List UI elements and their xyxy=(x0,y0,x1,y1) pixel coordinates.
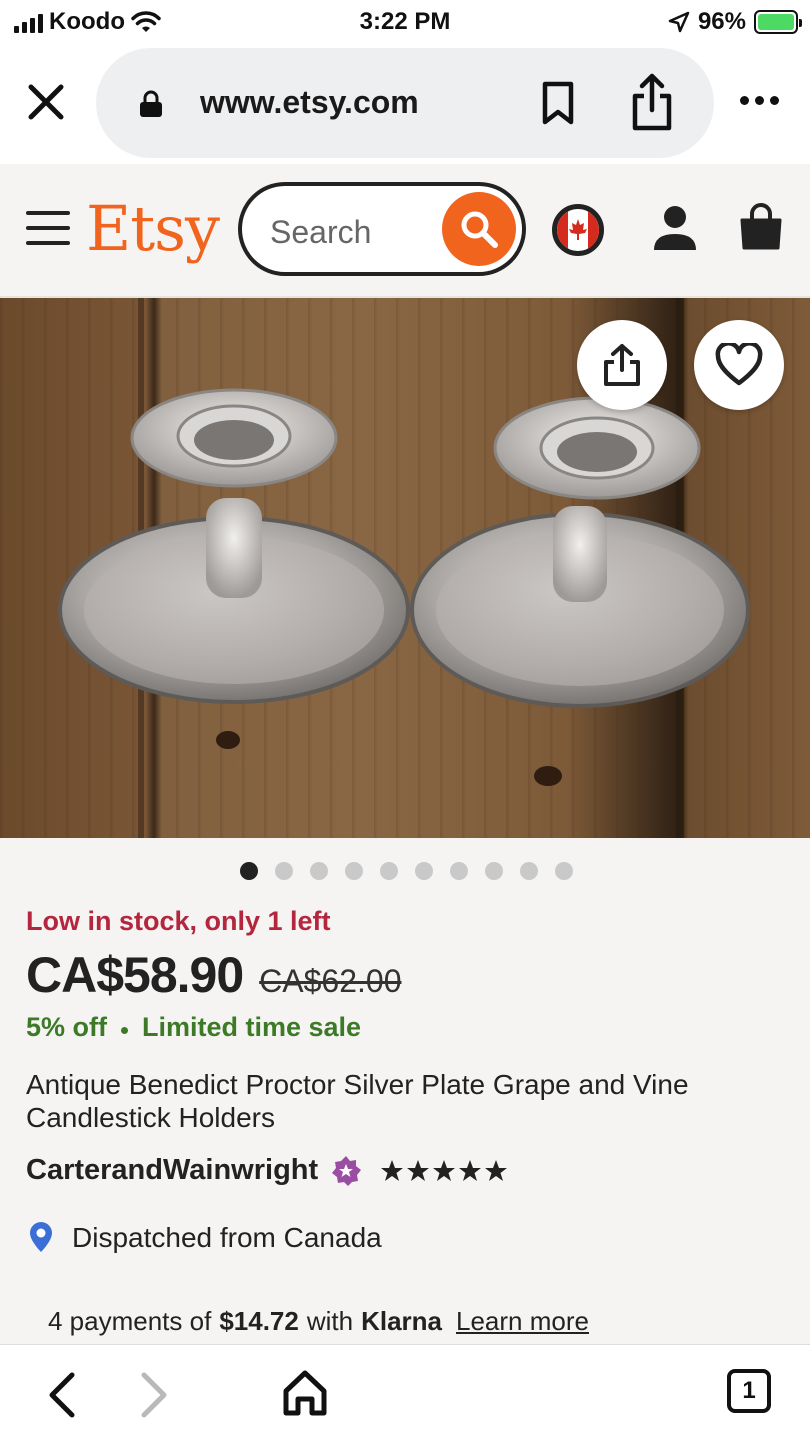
canada-flag-icon[interactable] xyxy=(552,204,604,256)
klarna-label: Klarna xyxy=(361,1306,443,1336)
browser-bar: www.etsy.com xyxy=(0,44,810,164)
star-icon xyxy=(485,1159,508,1181)
search-button[interactable] xyxy=(442,192,516,266)
menu-icon[interactable] xyxy=(26,211,70,245)
forward-icon[interactable] xyxy=(134,1369,174,1421)
sale-price: CA$58.90 xyxy=(26,947,244,1003)
status-bar: Koodo 3:22 PM 96% xyxy=(0,0,810,44)
carousel-dot[interactable] xyxy=(240,862,258,880)
lock-icon xyxy=(140,90,162,117)
carousel-indicator[interactable] xyxy=(240,862,573,880)
discount-percent: 5% off xyxy=(26,1012,107,1042)
carousel-dot[interactable] xyxy=(450,862,468,880)
cart-icon[interactable] xyxy=(738,202,784,252)
stock-notice: Low in stock, only 1 left xyxy=(26,906,331,936)
battery-icon xyxy=(754,10,802,34)
carousel-dot[interactable] xyxy=(555,862,573,880)
sale-label: Limited time sale xyxy=(142,1012,362,1042)
carousel-dot[interactable] xyxy=(275,862,293,880)
price-row: CA$58.90 CA$62.00 xyxy=(26,946,401,1004)
dispatch-text: Dispatched from Canada xyxy=(72,1222,382,1253)
heart-icon xyxy=(715,343,763,386)
payment-prefix: 4 payments of xyxy=(48,1306,212,1336)
bookmark-icon[interactable] xyxy=(540,80,576,126)
star-icon xyxy=(381,1159,404,1181)
carousel-dot[interactable] xyxy=(485,862,503,880)
listing-title: Antique Benedict Proctor Silver Plate Gr… xyxy=(26,1069,689,1133)
shop-row: CarterandWainwright xyxy=(26,1154,508,1187)
home-icon[interactable] xyxy=(280,1367,330,1419)
carousel-dot[interactable] xyxy=(415,862,433,880)
address-bar[interactable]: www.etsy.com xyxy=(96,48,714,158)
product-image[interactable] xyxy=(0,298,810,838)
location-arrow-icon xyxy=(668,11,690,33)
search-input[interactable]: Search xyxy=(238,182,526,276)
star-seller-icon xyxy=(332,1155,362,1186)
original-price: CA$62.00 xyxy=(259,963,402,999)
etsy-logo[interactable]: Etsy xyxy=(86,192,220,265)
more-icon[interactable] xyxy=(740,96,779,105)
star-icon xyxy=(407,1159,430,1181)
discount-row: 5% off Limited time sale xyxy=(26,1012,361,1043)
carousel-dot[interactable] xyxy=(520,862,538,880)
carousel-dot[interactable] xyxy=(345,862,363,880)
back-icon[interactable] xyxy=(42,1369,82,1421)
share-icon[interactable] xyxy=(630,72,674,132)
favorite-button[interactable] xyxy=(694,320,784,410)
carousel-dot[interactable] xyxy=(380,862,398,880)
location-pin-icon xyxy=(30,1222,52,1252)
site-header: Etsy Search xyxy=(0,164,810,298)
klarna-payment-row: 4 payments of $14.72 with Klarna Learn m… xyxy=(48,1306,589,1337)
close-icon[interactable] xyxy=(26,82,66,122)
battery-percent: 96% xyxy=(697,8,746,35)
search-icon xyxy=(461,211,498,248)
shop-name-link[interactable]: CarterandWainwright xyxy=(26,1154,318,1187)
account-icon[interactable] xyxy=(652,204,698,254)
star-icon xyxy=(433,1159,456,1181)
browser-toolbar: 1 xyxy=(0,1344,810,1440)
learn-more-link[interactable]: Learn more xyxy=(456,1306,589,1337)
share-listing-button[interactable] xyxy=(577,320,667,410)
rating-stars xyxy=(380,1159,508,1183)
payment-middle: with xyxy=(306,1306,354,1336)
dispatch-row: Dispatched from Canada xyxy=(26,1220,382,1256)
payment-amount: $14.72 xyxy=(219,1306,299,1336)
search-placeholder: Search xyxy=(270,214,372,250)
candlestick-illustration xyxy=(58,298,750,838)
tabs-icon[interactable]: 1 xyxy=(727,1369,771,1413)
separator-dot xyxy=(121,1027,128,1034)
star-icon xyxy=(459,1159,482,1181)
carousel-dot[interactable] xyxy=(310,862,328,880)
tab-count: 1 xyxy=(742,1377,756,1404)
url-text: www.etsy.com xyxy=(200,84,419,120)
share-icon xyxy=(604,344,640,386)
